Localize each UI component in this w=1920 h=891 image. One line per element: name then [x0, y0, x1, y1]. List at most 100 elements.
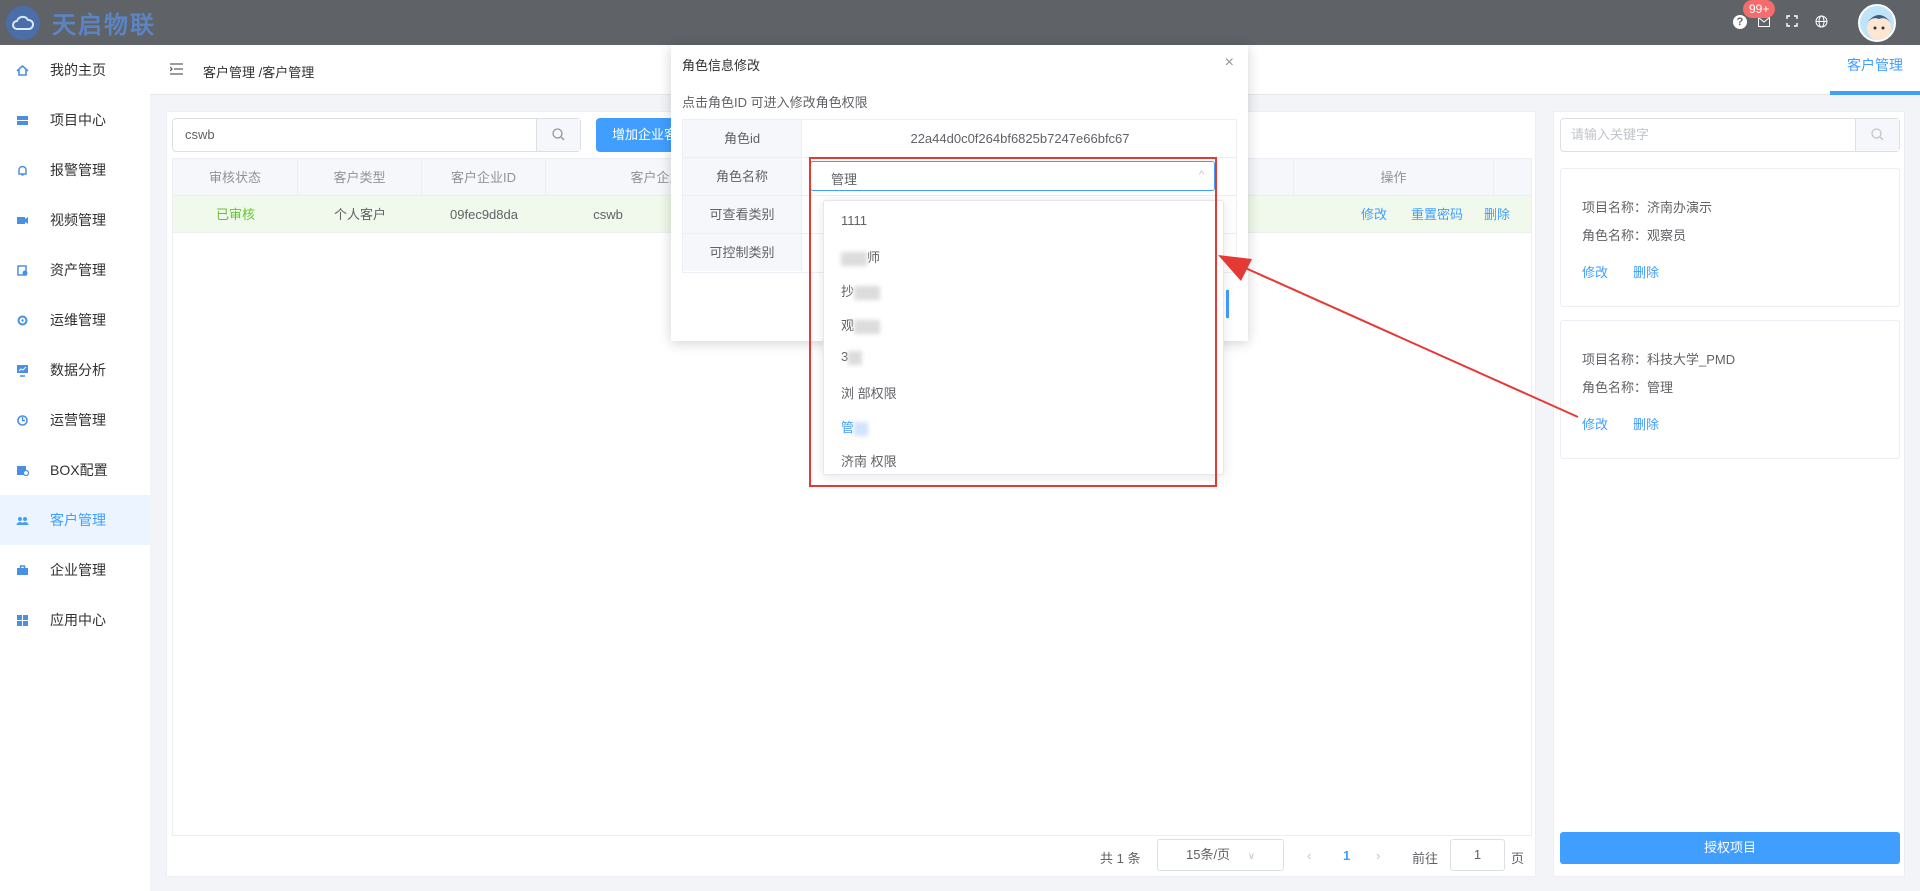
project-search-button[interactable]: [1855, 119, 1899, 151]
users-icon: [16, 516, 29, 525]
row-name: cswb: [593, 207, 623, 222]
sidebar-item-analytics[interactable]: 数据分析: [0, 345, 150, 395]
row-label: 角色id: [683, 120, 802, 157]
dialog-title: 角色信息修改: [682, 58, 761, 73]
annotation-highlight-box: [809, 157, 1217, 487]
sidebar-item-operations[interactable]: 运营管理: [0, 395, 150, 445]
card-edit-button[interactable]: 修改: [1582, 414, 1608, 433]
tab-customer-management[interactable]: 客户管理: [1830, 45, 1920, 95]
row-status: 已审核: [215, 207, 255, 222]
row-label: 可控制类别: [683, 234, 802, 271]
project-card: 项目名称：济南办演示 角色名称：观察员 修改 删除: [1560, 168, 1900, 307]
box-config-icon: [17, 465, 29, 476]
pagination: 共 1 条 15条/页 ∨ ‹ 1 › 前往 1 页: [167, 839, 1537, 873]
row-type: 个人客户: [333, 207, 386, 222]
authorized-projects-panel: 项目名称：济南办演示 角色名称：观察员 修改 删除 项目名称：科技大学_PMD …: [1553, 111, 1905, 877]
project-search-input[interactable]: [1571, 127, 1841, 142]
page-size-select[interactable]: 15条/页 ∨: [1157, 839, 1284, 871]
pager-total: 共 1 条: [1100, 851, 1141, 866]
sidebar-item-label: 运维管理: [50, 312, 106, 328]
monitor-chart-icon: [17, 364, 28, 377]
card-delete-button[interactable]: 删除: [1633, 414, 1659, 433]
bell-icon: [18, 165, 27, 176]
sidebar-item-home[interactable]: 我的主页: [0, 45, 150, 95]
card-role-name: 角色名称：管理: [1582, 380, 1674, 395]
column-header: 操作: [1294, 159, 1494, 196]
role-id-value[interactable]: 22a44d0c0f264bf6825b7247e66bfc67: [803, 120, 1237, 157]
project-card: 项目名称：科技大学_PMD 角色名称：管理 修改 删除: [1560, 320, 1900, 459]
dialog-confirm-button-edge[interactable]: [1226, 290, 1229, 318]
pager-prev-button[interactable]: ‹: [1307, 848, 1311, 863]
pager-page-label: 页: [1511, 851, 1525, 866]
sidebar-item-label: 我的主页: [50, 62, 106, 78]
notification-badge: 99+: [1743, 0, 1776, 18]
sidebar-item-customers[interactable]: 客户管理: [0, 495, 150, 545]
close-icon[interactable]: ×: [1225, 54, 1234, 72]
card-project-name: 项目名称：济南办演示: [1582, 200, 1713, 215]
row-delete-button[interactable]: 删除: [1477, 196, 1517, 233]
row-label: 可查看类别: [683, 196, 802, 233]
menu-toggle-icon[interactable]: [170, 63, 183, 75]
help-icon[interactable]: ?: [1733, 15, 1747, 29]
pager-next-button[interactable]: ›: [1376, 848, 1380, 863]
row-label: 角色名称: [683, 158, 802, 195]
customer-search-box: [172, 118, 581, 152]
sidebar-item-assets[interactable]: 资产管理: [0, 245, 150, 295]
dialog-hint: 点击角色ID 可进入修改角色权限: [682, 95, 868, 110]
camera-icon: [17, 216, 28, 224]
user-avatar[interactable]: [1858, 4, 1896, 42]
apps-grid-icon: [17, 614, 28, 626]
sidebar-item-label: 报警管理: [50, 162, 106, 178]
globe-icon[interactable]: [1813, 15, 1829, 31]
card-role-name: 角色名称：观察员: [1582, 228, 1687, 243]
sidebar-item-label: 客户管理: [50, 512, 106, 528]
operations-icon: [17, 414, 28, 426]
sidebar-item-label: 企业管理: [50, 562, 106, 578]
sidebar-item-label: 应用中心: [50, 612, 106, 628]
row-reset-password-button[interactable]: 重置密码: [1407, 196, 1467, 233]
logo-text: 天启物联: [52, 12, 156, 39]
pager-goto-label: 前往: [1412, 851, 1439, 866]
customer-search-input[interactable]: [185, 127, 525, 142]
customer-search-button[interactable]: [536, 119, 580, 151]
sidebar-item-box-config[interactable]: BOX配置: [0, 445, 150, 495]
pager-current-page[interactable]: 1: [1343, 848, 1350, 863]
home-icon: [16, 64, 29, 76]
top-bar: 天启物联 ? 99+: [0, 0, 1920, 45]
briefcase-icon: [17, 564, 28, 575]
card-delete-button[interactable]: 删除: [1633, 262, 1659, 281]
sidebar-item-label: 数据分析: [50, 362, 106, 378]
card-project-name: 项目名称：科技大学_PMD: [1582, 352, 1736, 367]
chevron-down-icon: ∨: [1247, 851, 1256, 862]
page-size-value: 15条/页: [1185, 847, 1231, 862]
search-icon: [1871, 128, 1884, 141]
sidebar-item-projects[interactable]: 项目中心: [0, 95, 150, 145]
asset-icon: [17, 264, 28, 276]
sidebar: 我的主页 项目中心 报警管理 视频管理 资产管理 运维管理 数据分析 运营管理 …: [0, 45, 150, 891]
sidebar-item-maintenance[interactable]: 运维管理: [0, 295, 150, 345]
sidebar-item-enterprise[interactable]: 企业管理: [0, 545, 150, 595]
row-id: 09fec9d8da: [450, 207, 518, 222]
sidebar-item-alarms[interactable]: 报警管理: [0, 145, 150, 195]
sidebar-item-video[interactable]: 视频管理: [0, 195, 150, 245]
search-icon: [552, 128, 565, 141]
sidebar-item-label: 运营管理: [50, 412, 106, 428]
role-id-row: 角色id 22a44d0c0f264bf6825b7247e66bfc67: [683, 120, 1236, 158]
row-edit-button[interactable]: 修改: [1354, 196, 1394, 233]
column-header: 审核状态: [173, 159, 298, 196]
pager-goto-input[interactable]: 1: [1450, 839, 1505, 871]
sidebar-item-apps[interactable]: 应用中心: [0, 595, 150, 645]
app-logo[interactable]: 天启物联: [6, 5, 156, 40]
column-header: 客户企业ID: [422, 159, 546, 196]
fullscreen-icon[interactable]: [1784, 15, 1800, 31]
project-search-box: [1560, 118, 1900, 152]
gear-icon: [17, 315, 28, 325]
column-header: 客户类型: [298, 159, 422, 196]
authorize-project-button[interactable]: 授权项目: [1560, 832, 1900, 864]
breadcrumb: 客户管理 /客户管理: [203, 65, 315, 80]
card-edit-button[interactable]: 修改: [1582, 262, 1608, 281]
cloud-logo-icon: [6, 5, 40, 40]
sidebar-item-label: 资产管理: [50, 262, 106, 278]
sidebar-item-label: BOX配置: [50, 462, 108, 478]
layers-icon: [17, 115, 28, 125]
